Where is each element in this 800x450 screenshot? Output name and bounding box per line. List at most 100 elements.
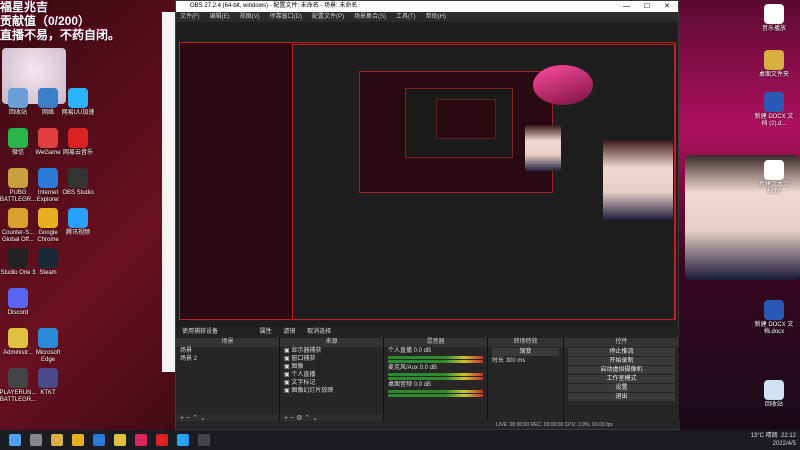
desktop-icon[interactable]: 桌面文件夹 <box>754 50 794 79</box>
file-explorer-icon[interactable] <box>51 434 63 446</box>
volume-meter[interactable] <box>388 360 483 363</box>
transition-duration[interactable]: 时长 300 ms <box>488 357 563 365</box>
app-icon <box>8 368 28 388</box>
app-icon[interactable] <box>135 434 147 446</box>
desktop-icon-label: 网易UU加速 <box>61 110 95 116</box>
netease-music-icon[interactable] <box>156 434 168 446</box>
desktop-icon[interactable]: 网易UU加速 <box>58 88 98 117</box>
volume-meter[interactable] <box>388 373 483 376</box>
controls-header: 控件 <box>564 338 679 347</box>
overlay-line1: 福星兆吉 <box>0 0 49 14</box>
desktop-icon[interactable]: KTKT <box>28 368 68 397</box>
nested-preview-1 <box>292 44 675 319</box>
app-icon <box>38 208 58 228</box>
volume-meter[interactable] <box>388 394 483 397</box>
desktop-icon[interactable]: OBS Studio <box>58 168 98 197</box>
app-icon <box>8 288 28 308</box>
menu-item[interactable]: 文件(F) <box>180 12 200 22</box>
control-button[interactable]: 退出 <box>568 393 675 401</box>
filters-button[interactable]: 滤镜 <box>283 329 295 335</box>
nested-preview-3 <box>405 88 513 158</box>
obs-titlebar[interactable]: OBS 27.2.4 (64-bit, windows) - 配置文件: 未命名… <box>176 1 678 12</box>
desktop-icon[interactable]: 音乐播放 <box>754 4 794 33</box>
desktop-icon-label: 新建 DOCX 文档 (2).d... <box>754 114 794 127</box>
mixer-channel: 个人直播 0.0 dB <box>388 348 432 354</box>
scene-item[interactable]: 场景 2 <box>176 355 279 363</box>
preview-hair <box>533 65 593 105</box>
desktop-icon-label: 腾讯视频 <box>65 230 90 236</box>
app-icon[interactable] <box>177 434 189 446</box>
file-icon <box>764 4 784 24</box>
controls-dock: 控件 停止推流 开始录制 启动虚拟摄像机 工作室模式 设置 退出 <box>564 338 680 424</box>
obs-preview[interactable] <box>179 42 676 320</box>
volume-meter[interactable] <box>388 390 483 393</box>
app-icon <box>68 88 88 108</box>
clock-time: 22:12 <box>780 433 796 439</box>
desktop-icon[interactable]: 新建 DOCX 文档.docx <box>754 300 794 336</box>
control-button[interactable]: 工作室模式 <box>568 375 675 383</box>
mixer-channel: 桌面音频 0.0 dB <box>388 382 432 388</box>
desktop-icon[interactable]: 网易云音乐 <box>58 128 98 157</box>
windows-start-icon[interactable] <box>9 434 21 446</box>
menu-item[interactable]: 配置文件(P) <box>312 12 344 22</box>
file-icon <box>764 92 784 112</box>
file-icon <box>764 160 784 180</box>
menu-item[interactable]: 视图(V) <box>240 12 260 22</box>
desktop-icon-label: 音乐播放 <box>761 26 786 32</box>
control-button[interactable]: 停止推流 <box>568 348 675 356</box>
desktop-icon[interactable]: Discord <box>0 288 38 317</box>
transition-select[interactable]: 渐变 <box>492 348 559 356</box>
source-item[interactable]: ▣ 显示器捕获 <box>280 347 383 355</box>
nested-preview-4 <box>436 99 496 139</box>
source-item[interactable]: ▣ 图像幻灯片放映 <box>280 387 383 395</box>
desktop-icon[interactable]: 腾讯视频 <box>58 208 98 237</box>
search-icon[interactable] <box>30 434 42 446</box>
desktop-icon-label: Steam <box>39 270 57 276</box>
menu-item[interactable]: 编辑(E) <box>210 12 230 22</box>
desktop-icon[interactable]: Microsoft Edge <box>28 328 68 364</box>
control-button[interactable]: 启动虚拟摄像机 <box>568 366 675 374</box>
scene-list: 场景 场景 2 <box>176 347 279 363</box>
sources-dock: 来源 ▣ 显示器捕获 ▣ 窗口捕获 ▣ 图像 ▣ 个人直播 ▣ 文字标记 ▣ 图像幻灯片放… <box>280 338 384 424</box>
volume-meter[interactable] <box>388 377 483 380</box>
menu-item[interactable]: 场景集合(S) <box>354 12 386 22</box>
app-icon <box>8 208 28 228</box>
window-controls[interactable]: — ☐ ✕ <box>623 1 676 12</box>
transitions-header: 转场特效 <box>488 338 563 347</box>
source-label: 使用捕获设备 <box>182 329 219 335</box>
overlay-line3: 直播不易，不药自闭。 <box>0 28 121 42</box>
control-list: 停止推流 开始录制 启动虚拟摄像机 工作室模式 设置 退出 <box>564 348 679 401</box>
preview-character <box>603 140 673 220</box>
app-icon[interactable] <box>93 434 105 446</box>
properties-button[interactable]: 属性 <box>260 329 272 335</box>
obs-menubar: 文件(F) 编辑(E) 视图(V) 停靠窗口(D) 配置文件(P) 场景集合(S) 工具(T… <box>176 12 678 22</box>
app-icon <box>38 168 58 188</box>
control-button[interactable]: 开始录制 <box>568 357 675 365</box>
volume-meter[interactable] <box>388 356 483 359</box>
desktop-icon[interactable]: 新建 DOCX 文档 (2).d... <box>754 92 794 128</box>
nested-preview-2 <box>359 71 553 193</box>
desktop-icon[interactable]: Steam <box>28 248 68 277</box>
desktop-icon[interactable]: 新建文本文档.txt <box>754 160 794 196</box>
chrome-icon[interactable] <box>72 434 84 446</box>
obs-docks: 场景 场景 场景 2 + − ⌃ ⌄ 来源 ▣ 显示器捕获 ▣ 窗口捕获 ▣ 图像 ▣ … <box>176 338 680 424</box>
menu-item[interactable]: 停靠窗口(D) <box>270 12 302 22</box>
deselect-button[interactable]: 取消选择 <box>307 329 331 335</box>
obs-statusbar: LIVE: 00:00:00 REC: 00:00:00 CPU: 3.9%, … <box>176 421 680 429</box>
scene-item[interactable]: 场景 <box>176 347 279 355</box>
control-button[interactable]: 设置 <box>568 384 675 392</box>
source-item[interactable]: ▣ 文字标记 <box>280 379 383 387</box>
duration-value: 300 ms <box>505 358 526 364</box>
menu-item[interactable]: 工具(T) <box>396 12 416 22</box>
scenes-header: 场景 <box>176 338 279 347</box>
source-item[interactable]: ▣ 图像 <box>280 363 383 371</box>
desktop-icon[interactable]: 回收站 <box>754 380 794 409</box>
menu-item[interactable]: 帮助(H) <box>426 12 446 22</box>
app-icon[interactable] <box>114 434 126 446</box>
obs-taskbar-icon[interactable] <box>198 434 210 446</box>
source-list: ▣ 显示器捕获 ▣ 窗口捕获 ▣ 图像 ▣ 个人直播 ▣ 文字标记 ▣ 图像幻灯片放映 <box>280 347 383 395</box>
source-item[interactable]: ▣ 窗口捕获 <box>280 355 383 363</box>
system-tray[interactable]: 13°C 晴朗 22:12 2022/4/5 <box>751 432 796 448</box>
source-item[interactable]: ▣ 个人直播 <box>280 371 383 379</box>
stream-overlay: 福星兆吉 贡献值（0/200） 直播不易，不药自闭。 <box>0 0 120 42</box>
